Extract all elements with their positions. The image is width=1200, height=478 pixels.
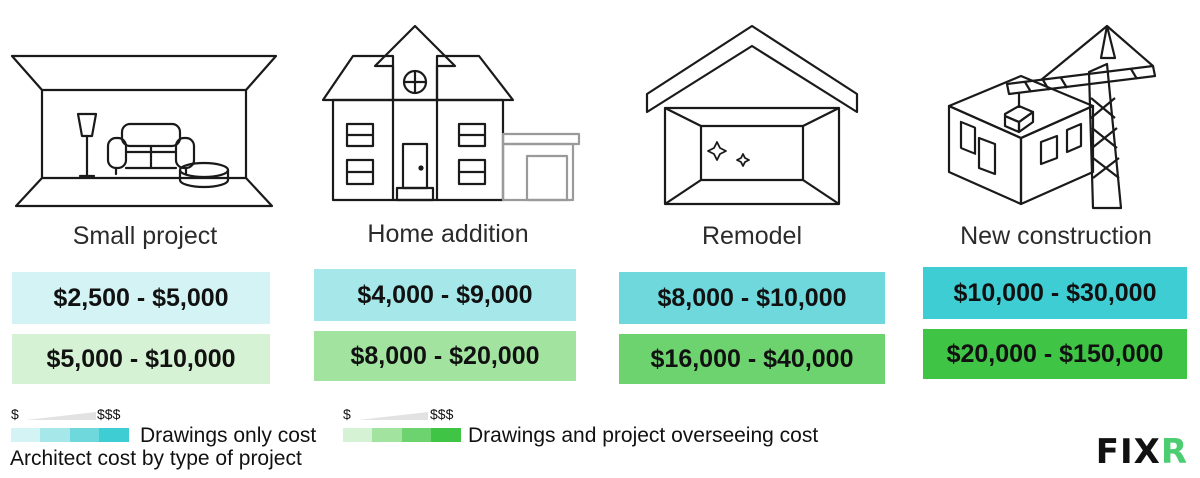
legend-label-drawings: Drawings only cost bbox=[140, 424, 317, 447]
category-label: New construction bbox=[960, 222, 1152, 250]
range-bar-drawings-home-addition: $4,000 - $9,000 bbox=[314, 269, 576, 321]
legend-swatch bbox=[40, 428, 70, 442]
legend-label-overseeing: Drawings and project overseeing cost bbox=[468, 424, 819, 447]
range-bar-overseeing-new-construction: $20,000 - $150,000 bbox=[923, 329, 1187, 379]
legend-swatch bbox=[402, 428, 431, 442]
range-bar-overseeing-small-project: $5,000 - $10,000 bbox=[12, 334, 270, 384]
legend-scale-low: $ bbox=[11, 406, 19, 422]
legend-scale-low: $ bbox=[343, 406, 351, 422]
legend-scale-high: $$$ bbox=[97, 406, 121, 422]
category-label: Home addition bbox=[367, 220, 529, 248]
logo-main: FIX bbox=[1095, 432, 1161, 472]
legend-swatches-drawings bbox=[11, 428, 129, 442]
legend-swatch bbox=[11, 428, 40, 442]
house-addition-icon bbox=[313, 18, 583, 218]
range-bar-drawings-new-construction: $10,000 - $30,000 bbox=[923, 267, 1187, 319]
range-bar-drawings-remodel: $8,000 - $10,000 bbox=[619, 272, 885, 324]
logo-accent: R bbox=[1160, 432, 1188, 472]
legend-swatch bbox=[431, 428, 461, 442]
legend-swatch bbox=[372, 428, 402, 442]
legend-swatches-overseeing bbox=[343, 428, 461, 442]
legend-scale-wedge bbox=[26, 412, 96, 420]
range-bar-overseeing-home-addition: $8,000 - $20,000 bbox=[314, 331, 576, 381]
category-label: Remodel bbox=[701, 222, 803, 250]
fixr-logo: FIXR bbox=[1096, 432, 1188, 472]
living-room-icon bbox=[10, 18, 280, 218]
range-bar-overseeing-remodel: $16,000 - $40,000 bbox=[619, 334, 885, 384]
legend-swatch bbox=[343, 428, 372, 442]
chart-caption: Architect cost by type of project bbox=[10, 447, 302, 470]
category-label: Small project bbox=[72, 222, 218, 250]
remodel-room-icon bbox=[617, 18, 887, 218]
range-bar-drawings-small-project: $2,500 - $5,000 bbox=[12, 272, 270, 324]
construction-crane-icon bbox=[921, 18, 1191, 218]
legend-scale-high: $$$ bbox=[430, 406, 454, 422]
legend-swatch bbox=[99, 428, 129, 442]
legend-swatch bbox=[70, 428, 99, 442]
legend-scale-wedge bbox=[358, 412, 428, 420]
